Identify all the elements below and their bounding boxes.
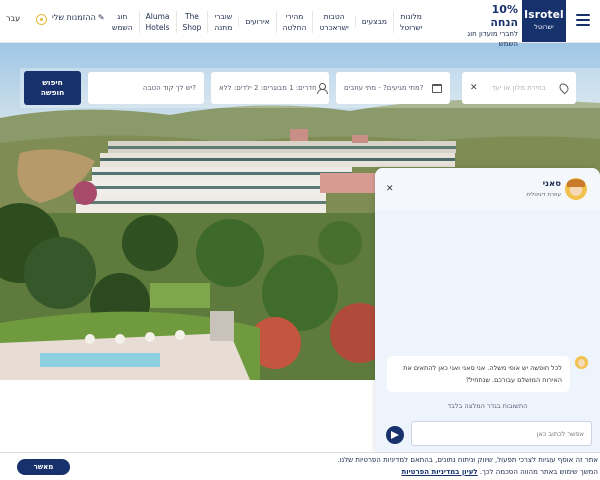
logo-text: Isrotel bbox=[524, 9, 564, 21]
person-icon bbox=[316, 83, 329, 94]
nav-label: Aluma bbox=[145, 11, 170, 21]
cookie-text: אתר זה אוסף עוגיות לצרכי תפעול, שיווק ונ… bbox=[140, 455, 598, 478]
nav-label: Shop bbox=[182, 22, 202, 32]
my-bookings-label: ההזמנות שלי bbox=[52, 13, 96, 22]
calendar-icon bbox=[432, 83, 442, 93]
location-pin-icon bbox=[557, 81, 571, 95]
hamburger-icon[interactable] bbox=[576, 14, 590, 26]
message-avatar bbox=[575, 356, 588, 369]
promo-code-field[interactable]: יש לך קוד הטבה? bbox=[88, 72, 204, 104]
chat-input[interactable]: אפשר לכתוב כאן bbox=[411, 421, 592, 446]
chat-input-placeholder: אפשר לכתוב כאן bbox=[536, 429, 584, 438]
nav-item-isracard-benefits[interactable]: הטבות ישראכרט bbox=[312, 10, 354, 33]
nav-label: מהירי bbox=[285, 11, 304, 21]
search-button-line: חופשה bbox=[40, 88, 65, 97]
destination-placeholder: בחירת מלון או יעד bbox=[491, 84, 546, 92]
logo-subtext: ישרוטל bbox=[534, 23, 554, 31]
agent-avatar bbox=[565, 178, 587, 200]
pencil-icon: ✎ bbox=[97, 13, 105, 22]
send-icon[interactable] bbox=[386, 426, 404, 444]
chat-message: לכל חופשה יש אופי משלה. אני סאני ואני כא… bbox=[387, 356, 570, 392]
search-vacation-button[interactable]: חיפוש חופשה bbox=[24, 71, 81, 105]
search-button-line: חיפוש bbox=[42, 78, 63, 87]
agent-name: סאני bbox=[542, 179, 561, 189]
main-nav: חוג השמש Aluma Hotels The Shop שוברי מתנ… bbox=[106, 0, 428, 43]
nav-label: מבצעים bbox=[361, 17, 388, 26]
sun-club-icon bbox=[36, 14, 47, 25]
nav-item-isrotel-hotels[interactable]: מלונות ישרוטל bbox=[393, 10, 428, 33]
cookie-banner: אתר זה אוסף עוגיות לצרכי תפעול, שיווק ונ… bbox=[0, 452, 600, 480]
nav-item-aluma-hotels[interactable]: Aluma Hotels bbox=[138, 10, 176, 33]
nav-item-events[interactable]: אירועים bbox=[238, 16, 275, 27]
nav-label: אירועים bbox=[245, 17, 270, 26]
chat-widget: סאני עוזרת דיגיטלית ✕ לכל חופשה יש אופי … bbox=[375, 168, 600, 452]
guests-field[interactable]: חדרים: 1 מבוגרים: 2 ילדים: ללא bbox=[211, 72, 329, 104]
nav-label: שוברי bbox=[214, 11, 233, 21]
nav-item-sun-club[interactable]: חוג השמש bbox=[106, 11, 139, 33]
nav-label: ישרוטל bbox=[400, 22, 423, 32]
club-promo[interactable]: 10% הנחה לחברי מועדון חוג השמש bbox=[464, 3, 518, 49]
clear-icon[interactable]: ✕ bbox=[470, 83, 478, 93]
nav-label: The bbox=[184, 11, 199, 21]
close-icon[interactable]: ✕ bbox=[386, 184, 394, 194]
nav-item-gift-vouchers[interactable]: שוברי מתנה bbox=[207, 10, 238, 33]
promo-line: לחברי מועדון חוג bbox=[467, 30, 518, 38]
promo-title: 10% הנחה bbox=[490, 3, 518, 29]
dates-label: מתי מגיעים? - מתי עוזבים? bbox=[344, 84, 424, 92]
nav-item-deals[interactable]: מבצעים bbox=[354, 16, 393, 27]
isrotel-logo[interactable]: Isrotel ישרוטל bbox=[522, 0, 566, 42]
cookie-accept-button[interactable]: מאשר bbox=[17, 459, 70, 475]
nav-label: Hotels bbox=[145, 22, 170, 32]
nav-label: מלונות bbox=[400, 11, 422, 21]
guests-label: חדרים: 1 מבוגרים: 2 ילדים: ללא bbox=[219, 84, 317, 92]
language-switch[interactable]: עבר bbox=[6, 14, 20, 23]
promo-code-label: יש לך קוד הטבה? bbox=[142, 84, 196, 92]
privacy-policy-link[interactable]: לעיון במדיניות הפרטיות bbox=[401, 468, 477, 476]
nav-label: השמש bbox=[112, 22, 133, 32]
nav-label: חוג bbox=[117, 11, 128, 21]
nav-item-last-minute[interactable]: מהירי החלטה bbox=[275, 10, 313, 33]
site-header: עבר ההזמנות שלי ✎ חוג השמש Aluma Hotels … bbox=[0, 0, 600, 48]
chat-disclaimer: התשובות בגדר המלצה בלבד bbox=[447, 402, 528, 410]
agent-role: עוזרת דיגיטלית bbox=[526, 192, 561, 198]
promo-line: השמש bbox=[498, 40, 518, 48]
nav-label: החלטה bbox=[282, 22, 307, 32]
nav-label: מתנה bbox=[214, 22, 233, 32]
nav-label: ישראכרט bbox=[319, 22, 349, 32]
cookie-line: אתר זה אוסף עוגיות לצרכי תפעול, שיווק ונ… bbox=[337, 456, 598, 464]
chat-header: סאני עוזרת דיגיטלית ✕ bbox=[375, 168, 600, 210]
nav-label: הטבות bbox=[323, 11, 345, 21]
cookie-line: המשך שימוש באתר מהווה הסכמה לכך. bbox=[479, 467, 598, 476]
dates-field[interactable]: מתי מגיעים? - מתי עוזבים? bbox=[336, 72, 450, 104]
destination-field[interactable]: ✕ בחירת מלון או יעד bbox=[462, 72, 576, 104]
nav-item-the-shop[interactable]: The Shop bbox=[175, 10, 208, 33]
my-bookings-link[interactable]: ההזמנות שלי ✎ bbox=[52, 13, 105, 22]
